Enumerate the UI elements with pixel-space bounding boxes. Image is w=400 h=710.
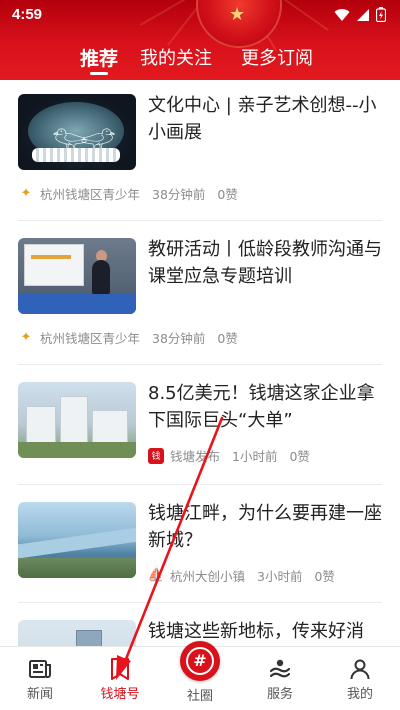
article-thumbnail bbox=[18, 502, 136, 578]
article-card[interactable]: 钱塘这些新地标，传来好消 bbox=[0, 606, 400, 646]
active-tab-indicator bbox=[90, 72, 108, 75]
signal-icon bbox=[357, 8, 369, 21]
news-icon bbox=[29, 660, 51, 678]
nav-me[interactable]: 我的 bbox=[320, 647, 400, 710]
tab-more-subscriptions[interactable]: 更多订阅 bbox=[241, 44, 313, 70]
article-thumbnail: 𓅰 𓅰 bbox=[18, 94, 136, 170]
youth-logo-icon: ✦ bbox=[18, 185, 34, 202]
article-meta: 钱 钱塘发布 1小时前 0赞 bbox=[148, 446, 310, 465]
service-icon bbox=[269, 659, 291, 678]
person-icon bbox=[350, 659, 370, 680]
article-title[interactable]: 文化中心 | 亲子艺术创想--小小画展 bbox=[148, 92, 384, 146]
article-likes: 0赞 bbox=[314, 569, 335, 584]
article-card[interactable]: 8.5亿美元！钱塘这家企业拿下国际巨头“大单” 钱 钱塘发布 1小时前 0赞 bbox=[0, 368, 400, 486]
article-card[interactable]: 钱塘江畔，为什么要再建一座新城？ ⛵ 杭州大创小镇 3小时前 0赞 bbox=[0, 488, 400, 606]
bookmark-plus-icon bbox=[111, 658, 129, 680]
bottom-navigation: 新闻 钱塘号 # 社圈 服务 我的 bbox=[0, 641, 400, 710]
article-card[interactable]: 𓅰 𓅰 文化中心 | 亲子艺术创想--小小画展 ✦ 杭州钱塘区青少年 38分钟前… bbox=[0, 80, 400, 220]
article-likes: 0赞 bbox=[217, 187, 238, 202]
wifi-icon bbox=[334, 8, 350, 21]
article-source[interactable]: 杭州钱塘区青少年 bbox=[40, 184, 140, 203]
nav-label: 新闻 bbox=[26, 687, 53, 702]
article-card[interactable]: 教研活动丨低龄段教师沟通与课堂应急专题培训 ✦ 杭州钱塘区青少年 38分钟前 0… bbox=[0, 224, 400, 364]
article-thumbnail bbox=[18, 620, 136, 646]
qiantang-release-logo-icon: 钱 bbox=[148, 447, 164, 464]
tab-following[interactable]: 我的关注 bbox=[140, 44, 212, 70]
divider bbox=[18, 364, 382, 365]
divider bbox=[18, 220, 382, 221]
nav-label: 服务 bbox=[266, 687, 293, 702]
app-header: ★ 4:59 推荐 我的关注 更多订阅 bbox=[0, 0, 400, 80]
article-thumbnail bbox=[18, 382, 136, 458]
nav-news[interactable]: 新闻 bbox=[0, 647, 80, 710]
hashtag-icon: # bbox=[186, 647, 214, 675]
article-meta: ⛵ 杭州大创小镇 3小时前 0赞 bbox=[148, 566, 335, 585]
article-feed[interactable]: 𓅰 𓅰 文化中心 | 亲子艺术创想--小小画展 ✦ 杭州钱塘区青少年 38分钟前… bbox=[0, 80, 400, 646]
status-bar: 4:59 bbox=[0, 0, 400, 30]
battery-icon bbox=[376, 7, 386, 22]
article-time: 1小时前 bbox=[232, 449, 278, 464]
nav-label: 社圈 bbox=[186, 689, 213, 704]
nav-label: 钱塘号 bbox=[100, 687, 140, 702]
article-likes: 0赞 bbox=[217, 331, 238, 346]
community-button[interactable]: # bbox=[180, 641, 220, 681]
nav-community[interactable]: # 社圈 bbox=[160, 641, 240, 710]
article-source[interactable]: 杭州大创小镇 bbox=[170, 566, 245, 585]
article-source[interactable]: 杭州钱塘区青少年 bbox=[40, 328, 140, 347]
status-icons bbox=[334, 7, 386, 22]
youth-logo-icon: ✦ bbox=[18, 329, 34, 346]
article-thumbnail bbox=[18, 238, 136, 314]
tab-recommend[interactable]: 推荐 bbox=[80, 44, 118, 71]
article-title[interactable]: 教研活动丨低龄段教师沟通与课堂应急专题培训 bbox=[148, 236, 384, 290]
article-title[interactable]: 钱塘江畔，为什么要再建一座新城？ bbox=[148, 500, 384, 554]
article-likes: 0赞 bbox=[289, 449, 310, 464]
nav-qiantang-account[interactable]: 钱塘号 bbox=[80, 647, 160, 710]
divider bbox=[18, 484, 382, 485]
divider bbox=[18, 602, 382, 603]
nav-services[interactable]: 服务 bbox=[240, 647, 320, 710]
article-title[interactable]: 钱塘这些新地标，传来好消 bbox=[148, 618, 384, 645]
nav-label: 我的 bbox=[346, 687, 373, 702]
article-time: 3小时前 bbox=[257, 569, 303, 584]
feed-tabs: 推荐 我的关注 更多订阅 bbox=[0, 38, 400, 78]
article-source[interactable]: 钱塘发布 bbox=[170, 446, 220, 465]
article-time: 38分钟前 bbox=[152, 187, 206, 202]
article-meta: ✦ 杭州钱塘区青少年 38分钟前 0赞 bbox=[18, 328, 238, 347]
article-title[interactable]: 8.5亿美元！钱塘这家企业拿下国际巨头“大单” bbox=[148, 380, 384, 434]
article-time: 38分钟前 bbox=[152, 331, 206, 346]
status-time: 4:59 bbox=[12, 6, 43, 23]
article-meta: ✦ 杭州钱塘区青少年 38分钟前 0赞 bbox=[18, 184, 238, 203]
dachuang-town-logo-icon: ⛵ bbox=[147, 567, 165, 584]
